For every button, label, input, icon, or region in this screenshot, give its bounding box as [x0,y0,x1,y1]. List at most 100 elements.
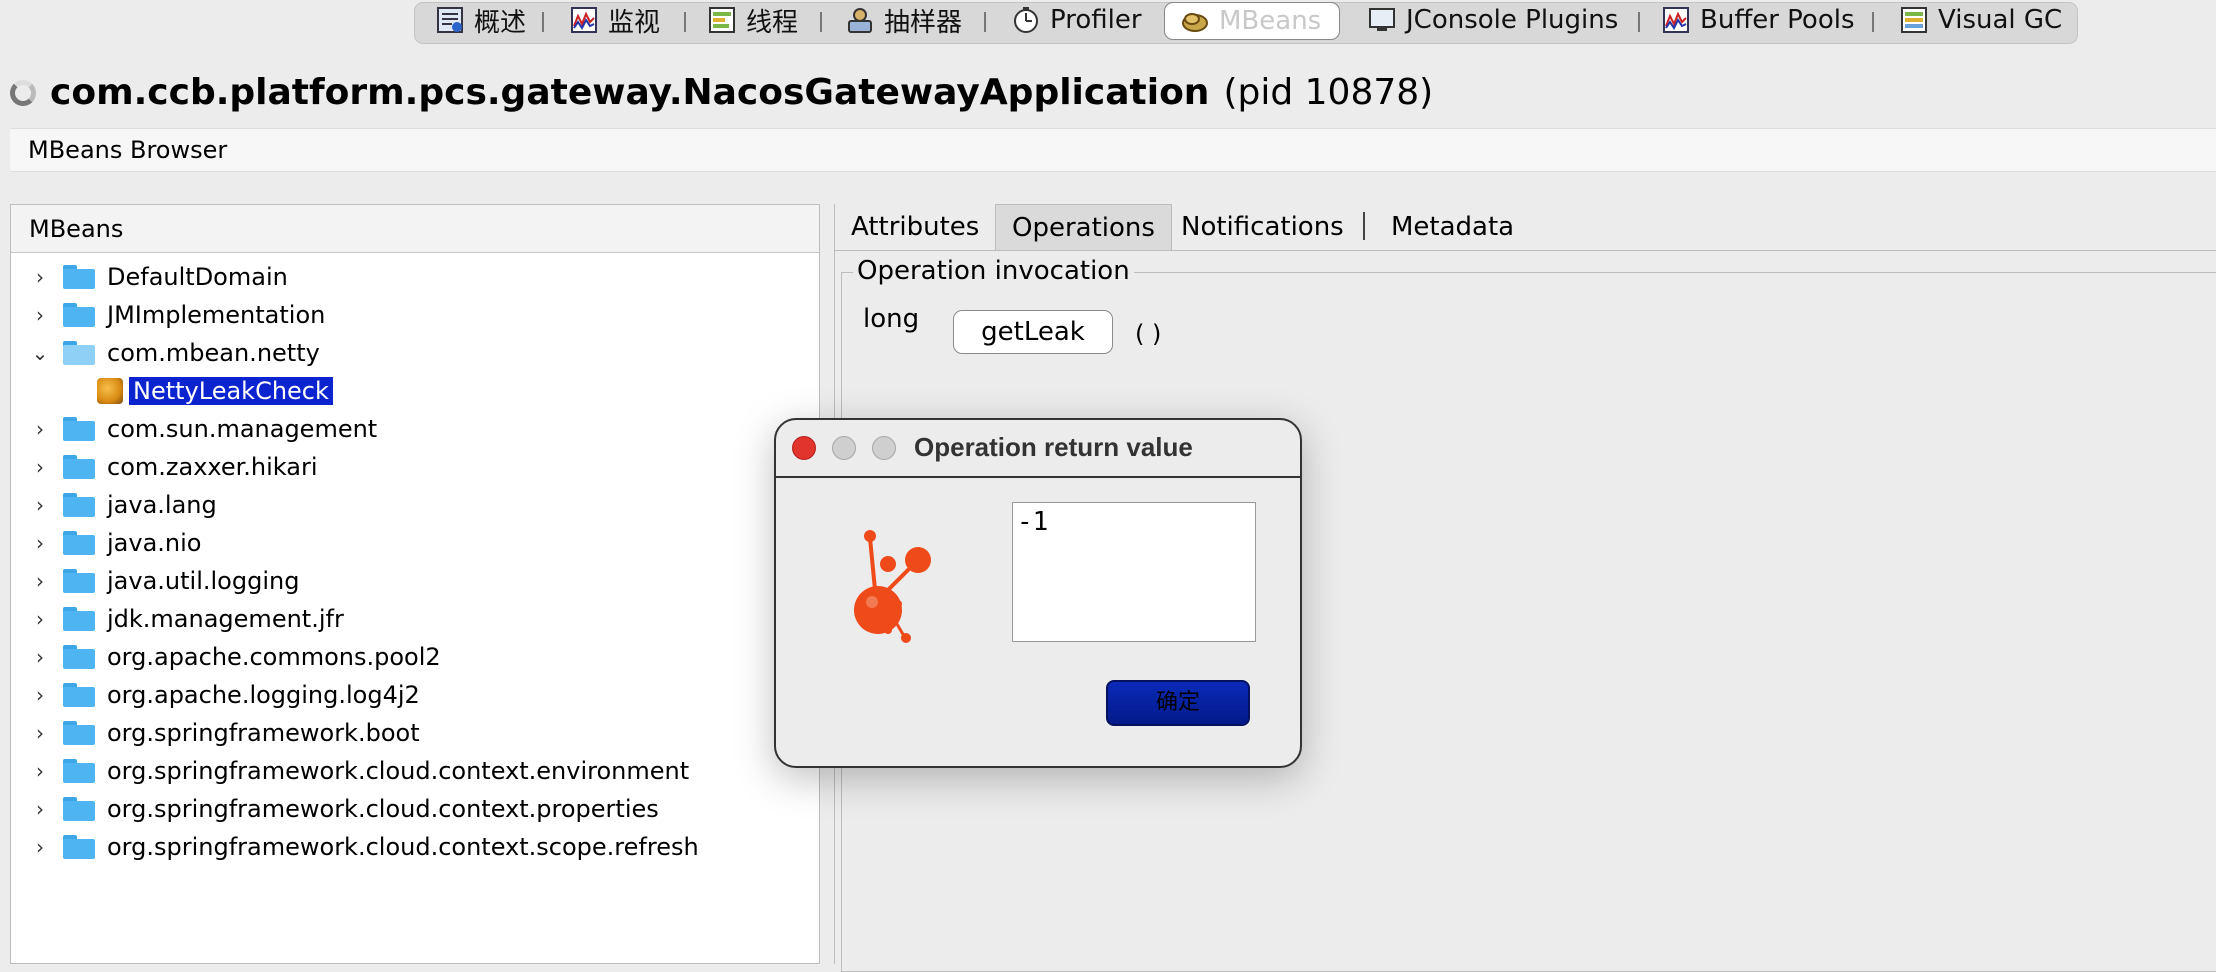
tab-mbeans[interactable]: MBeans [1164,2,1340,40]
tab-jconsole-plugins[interactable]: JConsole Plugins [1368,4,1618,36]
tree-item[interactable]: ⌄ com.mbean.netty [11,335,320,371]
chevron-right-icon[interactable]: › [25,569,55,593]
tab-label: 线程 [746,7,799,38]
tree-item-label: java.lang [107,491,217,519]
chevron-right-icon[interactable]: › [25,531,55,555]
tab-label: Visual GC [1938,5,2063,35]
tree-item-label: org.apache.commons.pool2 [107,643,441,671]
process-id: (pid 10878) [1223,72,1434,113]
operation-return-type: long [863,304,920,334]
folder-icon [63,455,95,479]
tree-item-label: com.zaxxer.hikari [107,453,318,481]
folder-icon [63,683,95,707]
tab-label: 概述 [474,7,527,38]
ok-button[interactable]: 确定 [1106,680,1250,726]
tab-notifications[interactable]: Notifications [1165,204,1360,250]
tab-label: Buffer Pools [1700,5,1855,35]
tab-label: MBeans [1219,6,1322,36]
folder-icon [63,303,95,327]
tree-item-label: NettyLeakCheck [129,377,333,405]
tree-item[interactable]: › org.springframework.cloud.context.envi… [11,753,689,789]
tree-item[interactable]: › com.zaxxer.hikari [11,449,318,485]
visualvm-logo-icon [854,530,931,643]
folder-icon [63,569,95,593]
open-folder-icon [63,341,95,365]
dialog-title: Operation return value [914,432,1193,462]
chevron-right-icon[interactable]: › [25,607,55,631]
loading-spinner-icon [10,79,36,106]
tree-item[interactable]: › com.sun.management [11,411,377,447]
dialog-title-bar: Operation return value [776,420,1300,478]
tab-separator [820,12,822,32]
buffer-pools-icon [1663,7,1689,33]
tree-item[interactable]: › java.lang [11,487,217,523]
tab-overview[interactable]: 概述 [436,4,527,38]
chevron-right-icon[interactable]: › [25,645,55,669]
tab-threads[interactable]: 线程 [708,4,799,38]
overview-icon [437,7,463,33]
tree-item-label: jdk.management.jfr [107,605,344,633]
tree-item[interactable]: › org.springframework.cloud.context.scop… [11,829,699,865]
tree-item[interactable]: › org.apache.logging.log4j2 [11,677,420,713]
mbeans-browser-title: MBeans Browser [10,128,2216,172]
chevron-right-icon[interactable]: › [25,721,55,745]
zoom-window-button[interactable] [872,436,896,460]
close-window-button[interactable] [792,436,816,460]
invoke-getleak-button[interactable]: getLeak [953,310,1113,354]
minimize-window-button[interactable] [832,436,856,460]
folder-icon [63,835,95,859]
chevron-right-icon[interactable]: › [25,303,55,327]
tree-item[interactable]: › org.springframework.boot [11,715,420,751]
tree-item-label: org.apache.logging.log4j2 [107,681,420,709]
chevron-right-icon[interactable]: › [25,683,55,707]
tree-item-label: org.springframework.cloud.context.enviro… [107,757,690,785]
tree-panel-title: MBeans [11,205,819,253]
monitor-icon [571,7,597,33]
tab-profiler[interactable]: Profiler [1012,4,1142,36]
tab-label: Profiler [1050,5,1142,35]
chevron-right-icon[interactable]: › [25,835,55,859]
tab-label: 抽样器 [884,7,963,38]
folder-icon [63,531,95,555]
tree-item-label: java.util.logging [107,567,300,595]
tab-buffer-pools[interactable]: Buffer Pools [1662,4,1855,36]
tree-item[interactable]: › jdk.management.jfr [11,601,344,637]
folder-icon [63,759,95,783]
chevron-right-icon[interactable]: › [25,417,55,441]
tree-item-label: com.mbean.netty [107,339,320,367]
tree-item[interactable]: › org.springframework.cloud.context.prop… [11,791,659,827]
folder-icon [63,721,95,745]
tab-label: JConsole Plugins [1406,5,1619,35]
tab-monitor[interactable]: 监视 [570,4,661,38]
tab-separator [1638,12,1640,32]
return-value-field[interactable]: -1 [1012,502,1256,642]
tree-item[interactable]: › java.util.logging [11,563,299,599]
folder-icon [63,645,95,669]
threads-icon [709,7,735,33]
jconsole-plugins-icon [1369,8,1395,31]
visual-gc-icon [1901,7,1927,33]
chevron-right-icon[interactable]: › [25,759,55,783]
chevron-right-icon[interactable]: › [25,455,55,479]
tree-item-label: java.nio [107,529,202,557]
chevron-down-icon[interactable]: ⌄ [25,341,55,365]
sampler-icon [848,8,872,33]
tree-item-selected[interactable]: NettyLeakCheck [97,373,333,409]
tab-separator [1872,12,1874,32]
tab-metadata[interactable]: Metadata [1375,204,1530,250]
tree-item[interactable]: › JMImplementation [11,297,325,333]
tab-separator [684,12,686,32]
tab-operations[interactable]: Operations [995,204,1172,250]
tab-attributes[interactable]: Attributes [835,204,995,250]
chevron-right-icon[interactable]: › [25,797,55,821]
tree-item[interactable]: › DefaultDomain [11,259,288,295]
tab-visual-gc[interactable]: Visual GC [1900,4,2062,36]
folder-icon [63,797,95,821]
chevron-right-icon[interactable]: › [25,265,55,289]
chevron-right-icon[interactable]: › [25,493,55,517]
tab-separator [984,12,986,32]
tree-item[interactable]: › java.nio [11,525,201,561]
tab-label: 监视 [608,7,661,38]
tab-sampler[interactable]: 抽样器 [846,4,963,38]
tree-item[interactable]: › org.apache.commons.pool2 [11,639,441,675]
